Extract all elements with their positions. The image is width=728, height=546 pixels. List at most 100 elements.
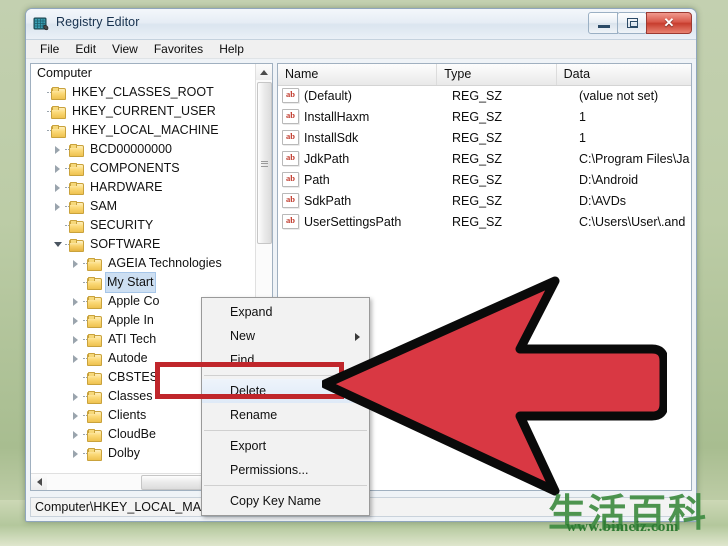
expand-triangle-icon[interactable]: [53, 159, 63, 178]
tree-item-hkey-classes-root[interactable]: HKEY_CLASSES_ROOT: [31, 83, 256, 102]
cell-name: Path: [304, 172, 330, 187]
cell-data: (value not set): [579, 88, 659, 103]
table-row[interactable]: ab SdkPath REG_SZ D:\AVDs: [278, 190, 691, 211]
tree-item-label: Autode: [108, 351, 148, 365]
tree-scroll-up-button[interactable]: [256, 64, 272, 80]
tree-item-label: AGEIA Technologies: [108, 256, 222, 270]
chevron-up-icon: [260, 70, 268, 75]
tree-item-label: COMPONENTS: [90, 161, 180, 175]
expand-triangle-icon[interactable]: [53, 197, 63, 216]
folder-icon: [69, 238, 84, 252]
red-left-arrow: [322, 276, 667, 496]
expand-triangle-icon[interactable]: [71, 444, 81, 463]
tree-item-label: Computer: [37, 66, 92, 80]
folder-icon: [87, 371, 102, 385]
folder-icon: [87, 352, 102, 366]
menu-file[interactable]: File: [32, 40, 67, 58]
tree-item-label: SOFTWARE: [90, 237, 161, 251]
menu-favorites[interactable]: Favorites: [146, 40, 211, 58]
column-header-name[interactable]: Name: [278, 64, 438, 85]
ab-string-icon: ab: [282, 214, 299, 229]
tree-item-label: HKEY_LOCAL_MACHINE: [72, 123, 219, 137]
expand-triangle-icon[interactable]: [71, 311, 81, 330]
tree-item-sam[interactable]: SAM: [31, 197, 256, 216]
tree-item-label: SECURITY: [90, 218, 154, 232]
close-button[interactable]: ✕: [646, 12, 692, 34]
tree-item-my-start[interactable]: My Start: [31, 272, 256, 293]
folder-icon: [69, 181, 84, 195]
expand-triangle-icon[interactable]: [71, 425, 81, 444]
tree-item-label: Apple Co: [108, 294, 160, 308]
tree-item-label: My Start: [105, 272, 156, 293]
column-header-type[interactable]: Type: [437, 64, 557, 85]
cell-data: D:\Android: [579, 172, 639, 187]
expand-triangle-icon[interactable]: [71, 254, 81, 273]
expand-triangle-icon[interactable]: [71, 406, 81, 425]
tree-item-bcd00000000[interactable]: BCD00000000: [31, 140, 256, 159]
table-row[interactable]: ab JdkPath REG_SZ C:\Program Files\Ja: [278, 148, 691, 169]
tree-item-hkey-local-machine[interactable]: HKEY_LOCAL_MACHINE: [31, 121, 256, 140]
column-header-data[interactable]: Data: [557, 64, 691, 85]
watermark-url: www.bimeiz.com: [566, 519, 679, 535]
folder-icon: [69, 162, 84, 176]
menu-view[interactable]: View: [104, 40, 146, 58]
tree-vertical-scroll-thumb[interactable]: [257, 82, 272, 244]
folder-icon: [87, 257, 102, 271]
context-menu-item-label: Export: [230, 439, 267, 453]
window-titlebar[interactable]: Registry Editor ✕: [26, 9, 696, 40]
maximize-button[interactable]: [617, 12, 647, 34]
tree-item-components[interactable]: COMPONENTS: [31, 159, 256, 178]
expand-triangle-icon[interactable]: [71, 349, 81, 368]
folder-icon: [69, 219, 84, 233]
tree-root-computer[interactable]: Computer: [31, 64, 256, 83]
expand-triangle-icon[interactable]: [71, 330, 81, 349]
table-row[interactable]: ab Path REG_SZ D:\Android: [278, 169, 691, 190]
expand-triangle-icon[interactable]: [71, 292, 81, 311]
tree-item-hardware[interactable]: HARDWARE: [31, 178, 256, 197]
folder-icon: [87, 314, 102, 328]
folder-icon: [87, 390, 102, 404]
tree-item-hkey-current-user[interactable]: HKEY_CURRENT_USER: [31, 102, 256, 121]
tree-item-ageia-technologies[interactable]: AGEIA Technologies: [31, 254, 256, 273]
tree-item-label: BCD00000000: [90, 142, 173, 156]
folder-icon: [87, 295, 102, 309]
minimize-icon: [598, 25, 610, 28]
cell-name: UserSettingsPath: [304, 214, 402, 229]
table-row[interactable]: ab UserSettingsPath REG_SZ C:\Users\User\.a…: [278, 211, 691, 232]
cell-data: 1: [579, 130, 586, 145]
table-row[interactable]: ab (Default) REG_SZ (value not set): [278, 85, 691, 106]
tree-item-label: Classes: [108, 389, 153, 403]
window-controls: ✕: [588, 12, 692, 34]
tree-item-security[interactable]: SECURITY: [31, 216, 256, 235]
tree-item-label: CBSTES: [108, 370, 159, 384]
menu-edit[interactable]: Edit: [67, 40, 104, 58]
close-icon: ✕: [663, 15, 675, 30]
folder-icon: [87, 447, 102, 461]
ab-string-icon: ab: [282, 130, 299, 145]
folder-icon: [87, 333, 102, 347]
expand-triangle-icon[interactable]: [53, 140, 63, 159]
context-menu-item-label: Rename: [230, 408, 278, 422]
tree-scroll-left-button[interactable]: [31, 474, 47, 490]
table-row[interactable]: ab InstallSdk REG_SZ 1: [278, 127, 691, 148]
table-row[interactable]: ab InstallHaxm REG_SZ 1: [278, 106, 691, 127]
cell-type: REG_SZ: [452, 214, 503, 229]
cell-name: InstallSdk: [304, 130, 359, 145]
context-menu-item-label: Expand: [230, 305, 273, 319]
cell-type: REG_SZ: [452, 151, 503, 166]
tree-item-software[interactable]: SOFTWARE: [31, 235, 256, 254]
expand-triangle-icon[interactable]: [53, 178, 63, 197]
menu-help[interactable]: Help: [211, 40, 252, 58]
collapse-triangle-icon[interactable]: [53, 235, 63, 254]
cell-name: JdkPath: [304, 151, 350, 166]
minimize-button[interactable]: [588, 12, 618, 34]
tree-item-label: HKEY_CURRENT_USER: [72, 104, 216, 118]
cell-type: REG_SZ: [452, 130, 503, 145]
folder-icon: [69, 200, 84, 214]
tree-item-label: CloudBe: [108, 427, 156, 441]
expand-triangle-icon[interactable]: [71, 387, 81, 406]
watermark: 生活百科 www.bimeiz.com: [548, 486, 724, 546]
folder-icon: [87, 409, 102, 423]
